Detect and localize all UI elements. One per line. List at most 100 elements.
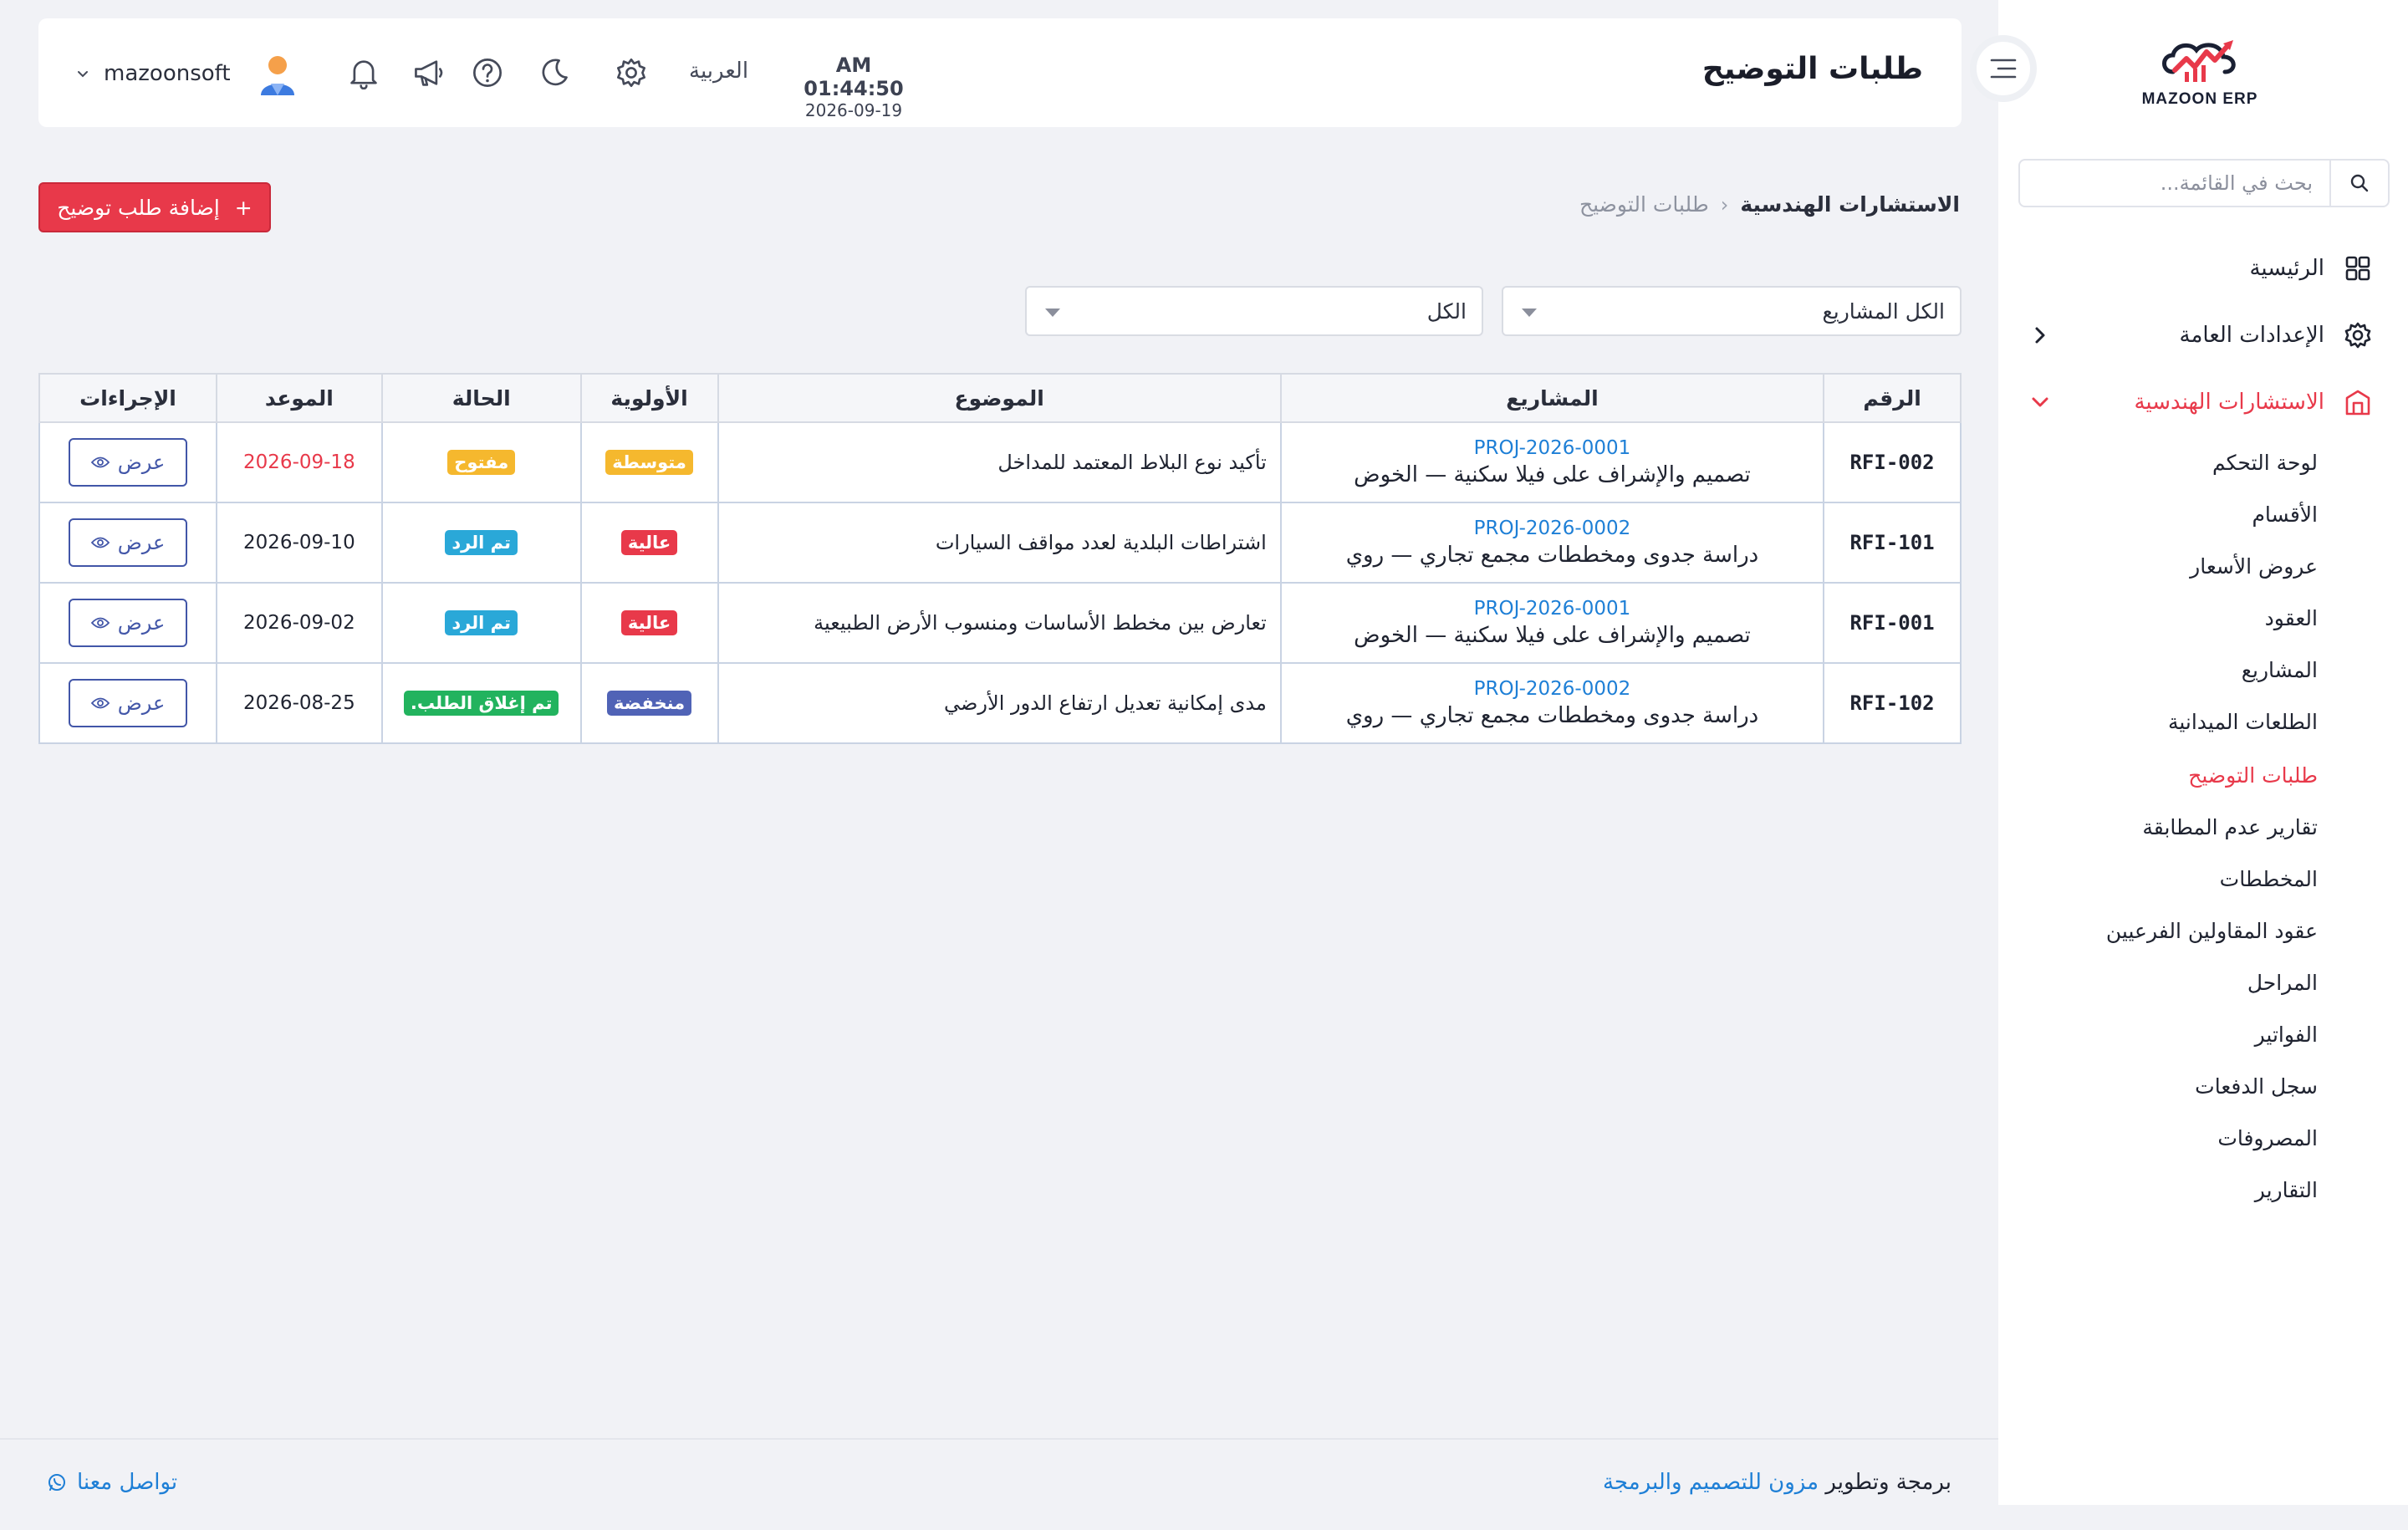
status-filter-select[interactable]: الكل (1025, 286, 1483, 336)
plus-icon: + (234, 195, 253, 220)
rfi-subject: مدى إمكانية تعديل ارتفاع الدور الأرضي (717, 662, 1282, 744)
gear-icon (2341, 319, 2375, 352)
project-code-link[interactable]: PROJ-2026-0001 (1282, 598, 1823, 620)
project-code-link[interactable]: PROJ-2026-0002 (1282, 678, 1823, 700)
view-button[interactable]: عرض (68, 679, 187, 727)
footer-credit: برمجة وتطوير مزون للتصميم والبرمجة (1603, 1470, 1951, 1495)
status-badge: تم الرد (445, 610, 518, 635)
col-header-code: الرقم (1823, 373, 1962, 423)
project-code-link[interactable]: PROJ-2026-0002 (1282, 518, 1823, 539)
add-rfi-button[interactable]: + إضافة طلب توضيح (38, 182, 271, 232)
breadcrumb: الاستشارات الهندسية ‹ طلبات التوضيح (1579, 192, 1960, 217)
announcements-button[interactable] (408, 52, 450, 94)
sidebar-sub-drawings[interactable]: المخططات (2220, 863, 2318, 896)
actions-cell: عرض (38, 662, 217, 744)
sidebar-sub-contracts[interactable]: العقود (2265, 602, 2318, 635)
sidebar-item-label: الاستشارات الهندسية (2134, 390, 2324, 415)
view-label: عرض (117, 611, 166, 635)
search-icon[interactable] (2329, 161, 2388, 206)
chevron-down-icon (77, 65, 94, 83)
project-cell: PROJ-2026-0002 دراسة جدوى ومخططات مجمع تج… (1279, 662, 1825, 744)
project-cell: PROJ-2026-0001 تصميم والإشراف على فيلا سك… (1279, 421, 1825, 503)
breadcrumb-current: طلبات التوضيح (1579, 192, 1709, 217)
project-name: دراسة جدوى ومخططات مجمع تجاري — روي (1345, 543, 1759, 568)
table-row: RFI-001 PROJ-2026-0001 تصميم والإشراف على… (38, 582, 1962, 664)
sidebar-item-label: الرئيسية (2249, 256, 2324, 281)
project-name: دراسة جدوى ومخططات مجمع تجاري — روي (1345, 703, 1759, 728)
megaphone-icon (415, 60, 443, 86)
settings-button[interactable] (610, 52, 652, 94)
chevron-down-icon[interactable] (2023, 381, 2057, 423)
rfi-subject: اشتراطات البلدية لعدد مواقف السيارات (717, 502, 1282, 584)
clock-time: AM 01:44:50 (804, 54, 904, 100)
sidebar-sub-payments[interactable]: سجل الدفعات (2195, 1070, 2318, 1104)
sidebar-sub-reports[interactable]: التقارير (2255, 1174, 2318, 1207)
sidebar-sub-ncr[interactable]: تقارير عدم المطابقة (2142, 811, 2318, 844)
company-link[interactable]: مزون للتصميم والبرمجة (1603, 1470, 1819, 1495)
page-title: طلبات التوضيح (1701, 52, 1923, 86)
col-header-priority: الأولوية (579, 373, 719, 423)
user-menu[interactable]: mazoonsoft (77, 52, 301, 95)
chevron-left-icon: ‹ (1720, 192, 1729, 217)
chevron-right-icon[interactable] (2023, 314, 2057, 356)
status-cell: تم إغلاق الطلب. (380, 662, 582, 744)
language-switch[interactable]: العربية (689, 59, 748, 84)
project-filter-select[interactable]: الكل المشاريع (1502, 286, 1962, 336)
due-date: 2026-08-25 (215, 662, 383, 744)
sidebar-item-home[interactable]: الرئيسية (2023, 247, 2375, 289)
col-header-status: الحالة (380, 373, 582, 423)
sidebar-sub-departments[interactable]: الأقسام (2252, 498, 2318, 532)
sidebar-search-input[interactable] (2037, 169, 2313, 197)
sidebar-sub-site-visits[interactable]: الطلعات الميدانية (2168, 706, 2318, 739)
bell-icon (350, 60, 377, 89)
rfi-subject: تعارض بين مخطط الأساسات ومنسوب الأرض الط… (717, 582, 1282, 664)
status-cell: تم الرد (380, 502, 582, 584)
status-badge: تم إغلاق الطلب. (403, 691, 559, 716)
project-code-link[interactable]: PROJ-2026-0001 (1282, 437, 1823, 459)
priority-badge: عالية (620, 610, 678, 635)
sidebar-sub-quotations[interactable]: عروض الأسعار (2190, 550, 2318, 584)
gear-icon (617, 59, 645, 87)
view-label: عرض (117, 531, 166, 554)
col-header-actions: الإجراءات (38, 373, 217, 423)
credit-prefix: برمجة وتطوير (1825, 1470, 1951, 1495)
project-filter-value: الكل المشاريع (1822, 298, 1945, 324)
contact-link[interactable]: تواصل معنا (47, 1470, 177, 1495)
sidebar-sub-phases[interactable]: المراحل (2247, 966, 2318, 1000)
sidebar: MAZOON ERP الرئيسية الإعدادات العامة (1998, 0, 2408, 1505)
help-button[interactable] (467, 52, 508, 94)
priority-cell: عالية (579, 582, 719, 664)
priority-badge: عالية (620, 530, 678, 555)
clock: AM 01:44:50 2026-09-19 (791, 54, 916, 120)
actions-cell: عرض (38, 582, 217, 664)
view-label: عرض (117, 691, 166, 715)
eye-icon (90, 697, 110, 709)
status-cell: مفتوح (380, 421, 582, 503)
sidebar-item-engineering-consulting[interactable]: الاستشارات الهندسية (2023, 381, 2375, 423)
help-icon (473, 59, 502, 87)
caret-down-icon (1522, 309, 1537, 317)
breadcrumb-parent[interactable]: الاستشارات الهندسية (1740, 192, 1960, 217)
status-cell: تم الرد (380, 582, 582, 664)
sidebar-toggle-button[interactable] (1970, 35, 2037, 102)
view-button[interactable]: عرض (68, 518, 187, 567)
sidebar-item-label: الإعدادات العامة (2179, 323, 2324, 348)
sidebar-item-general-settings[interactable]: الإعدادات العامة (2023, 314, 2375, 356)
view-button[interactable]: عرض (68, 599, 187, 647)
priority-badge: متوسطة (605, 450, 693, 475)
view-button[interactable]: عرض (68, 438, 187, 487)
sidebar-search (2018, 159, 2390, 207)
sidebar-sub-expenses[interactable]: المصروفات (2217, 1122, 2318, 1155)
sidebar-sub-subcontracts[interactable]: عقود المقاولين الفرعيين (2106, 915, 2318, 948)
add-rfi-label: إضافة طلب توضيح (57, 195, 220, 220)
sidebar-sub-dashboard[interactable]: لوحة التحكم (2212, 446, 2318, 480)
brand-logo[interactable]: MAZOON ERP (2137, 35, 2263, 112)
sidebar-sub-rfi[interactable]: طلبات التوضيح (2188, 759, 2318, 793)
notifications-button[interactable] (343, 52, 385, 94)
sidebar-sub-invoices[interactable]: الفواتير (2255, 1018, 2318, 1052)
clock-date: 2026-09-19 (804, 100, 903, 120)
mazoon-logo-icon (2162, 40, 2236, 82)
project-name: تصميم والإشراف على فيلا سكنية — الخوض (1354, 623, 1751, 648)
sidebar-sub-projects[interactable]: المشاريع (2242, 654, 2318, 687)
dark-mode-button[interactable] (533, 52, 575, 94)
